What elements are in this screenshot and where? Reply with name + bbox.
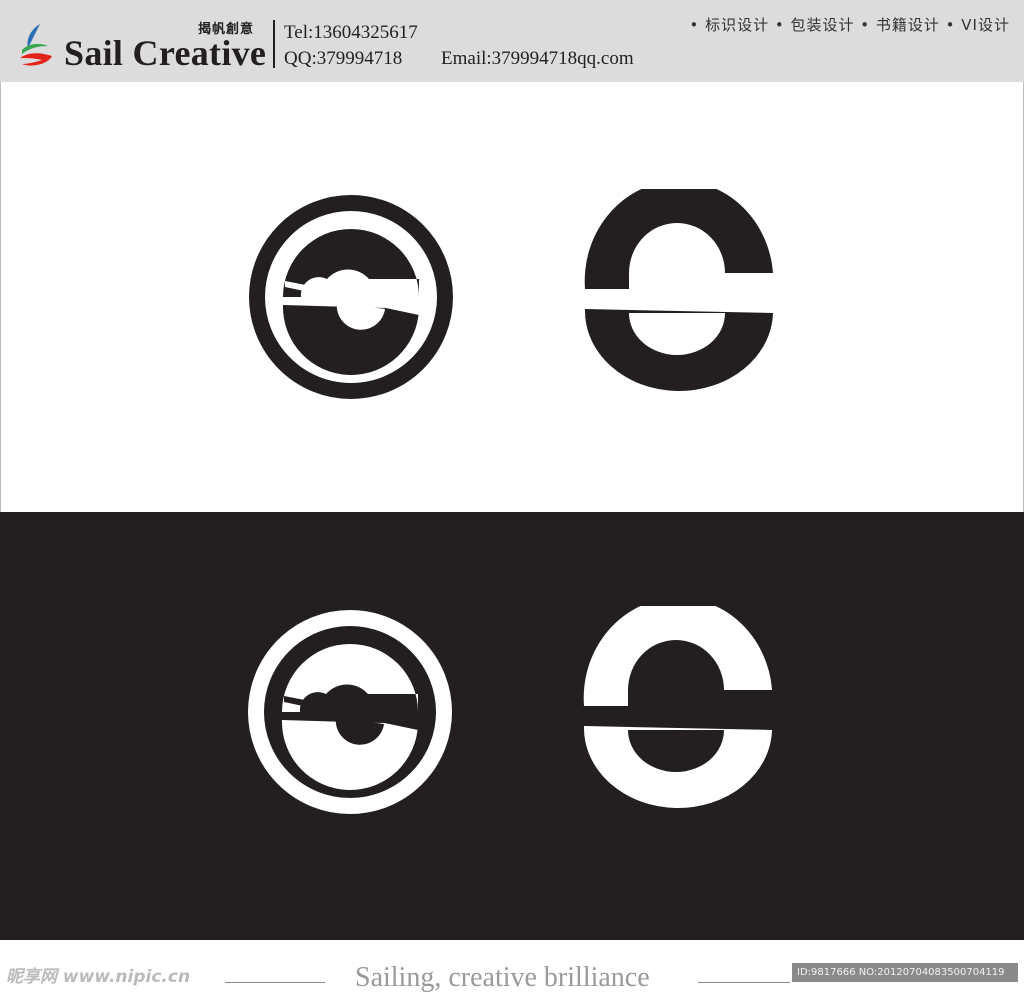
contact-email: Email:379994718qq.com — [441, 48, 634, 69]
s-logo-icon — [584, 189, 773, 391]
circle-s-logo-icon — [248, 610, 452, 814]
circle-s-logo-icon — [249, 195, 453, 399]
footer-rule-left — [225, 982, 325, 983]
header-divider — [273, 20, 275, 68]
tagline: Sailing, creative brilliance — [355, 962, 650, 993]
services-list: • 标识设计 • 包装设计 • 书籍设计 • VI设计 — [689, 16, 1010, 34]
site-watermark: 昵享网 www.nipic.cn — [6, 967, 191, 987]
header-bar: 揭帆創意 Sail Creative Tel:13604325617 QQ:37… — [0, 0, 1024, 82]
light-presentation-panel — [0, 82, 1024, 512]
footer-rule-right — [698, 982, 790, 983]
dark-presentation-panel — [0, 512, 1024, 940]
image-id-strip: ID:9817666 NO:20120704083500704119 — [792, 963, 1018, 982]
brand-name: Sail Creative — [64, 33, 267, 73]
sail-mark-icon — [20, 24, 52, 66]
footer-bar: 昵享网 www.nipic.cn Sailing, creative brill… — [0, 940, 1024, 993]
contact-tel: Tel:13604325617 — [284, 22, 418, 43]
contact-qq: QQ:379994718 — [284, 48, 403, 69]
s-logo-icon — [583, 606, 772, 808]
